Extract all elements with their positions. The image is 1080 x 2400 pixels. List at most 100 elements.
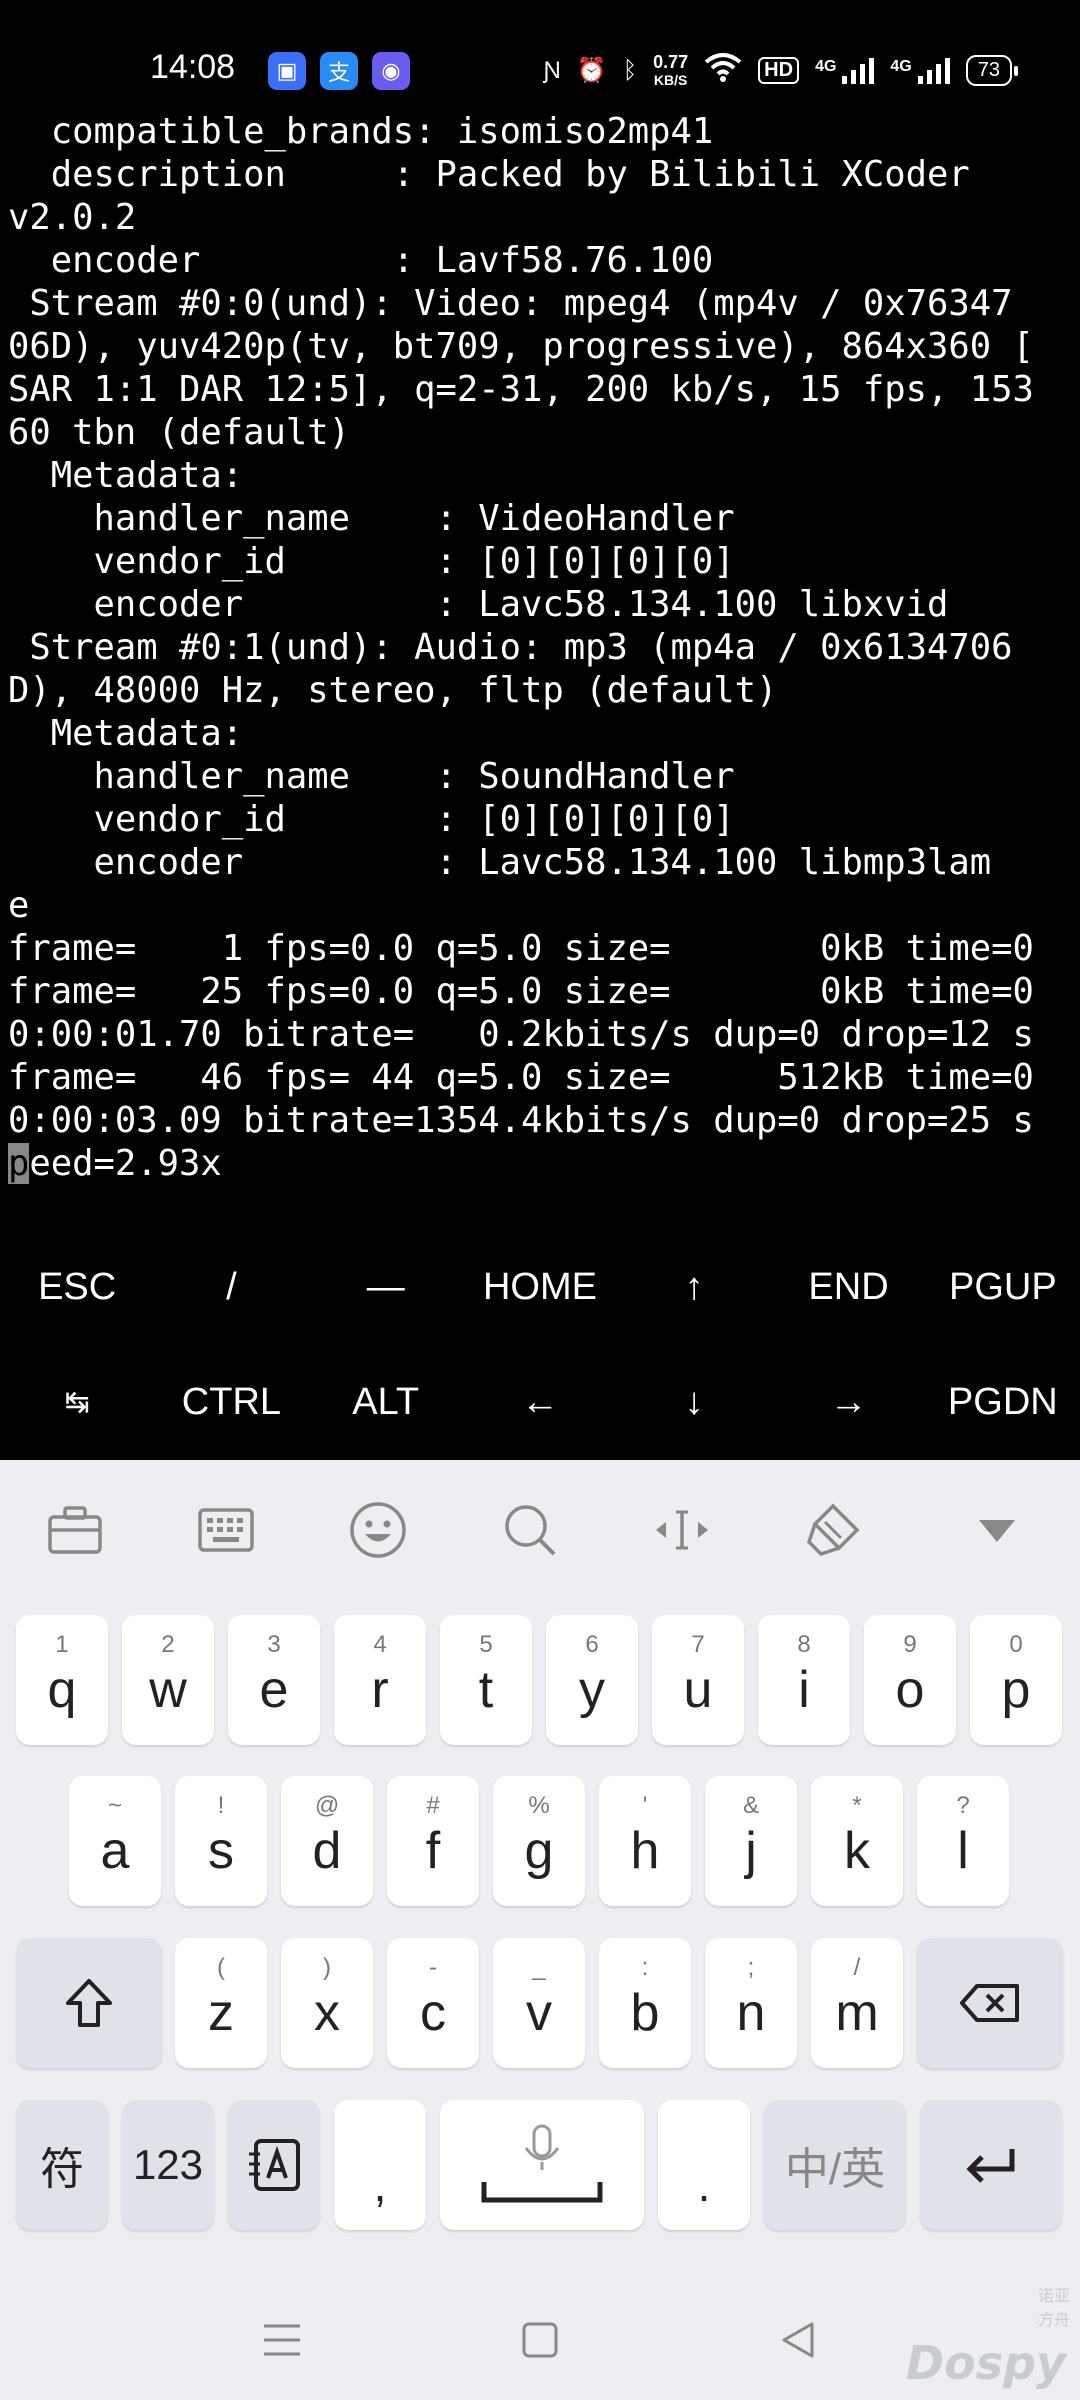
key-alt-label: / bbox=[853, 1954, 861, 1981]
key-alt-label: 2 bbox=[161, 1631, 175, 1658]
signal-sim1-label: 4G bbox=[815, 57, 837, 75]
key-z[interactable]: (z bbox=[175, 1938, 267, 2068]
key-alt-label: 0 bbox=[1009, 1631, 1023, 1658]
menu-icon[interactable] bbox=[252, 2310, 312, 2370]
terminal-output[interactable]: compatible_brands: isomiso2mp41 descript… bbox=[0, 110, 1080, 1210]
key-k[interactable]: * k bbox=[811, 1776, 903, 1906]
shift-key[interactable] bbox=[16, 1938, 162, 2068]
search-icon[interactable] bbox=[500, 1500, 560, 1560]
end-key[interactable]: END bbox=[771, 1266, 925, 1309]
clipboard-icon[interactable] bbox=[45, 1500, 105, 1560]
esc-key[interactable]: ESC bbox=[0, 1266, 154, 1309]
key-alt-label: _ bbox=[532, 1954, 546, 1981]
tab-key[interactable]: ↹ bbox=[0, 1385, 154, 1420]
terminal-line: frame= 46 fps= 44 q=5.0 size= 512kB time… bbox=[8, 1057, 1034, 1098]
key-q[interactable]: 1q bbox=[16, 1615, 108, 1745]
enter-icon bbox=[966, 2149, 1015, 2183]
key-alt-label: ; bbox=[747, 1954, 755, 1981]
dash-key[interactable]: — bbox=[309, 1266, 463, 1309]
slash-key[interactable]: / bbox=[154, 1266, 308, 1309]
key-alt-label: 1 bbox=[55, 1631, 69, 1658]
alt-key[interactable]: ALT bbox=[309, 1381, 463, 1424]
key-label: d bbox=[312, 1822, 342, 1880]
period-key[interactable]: . bbox=[658, 2100, 750, 2230]
key-label: t bbox=[478, 1661, 494, 1719]
text-edit-key[interactable] bbox=[228, 2100, 320, 2230]
space-key[interactable] bbox=[440, 2100, 644, 2230]
key-label: f bbox=[425, 1822, 441, 1880]
key-alt-label: - bbox=[429, 1954, 437, 1981]
language-switch-key[interactable]: 中/英 bbox=[764, 2100, 906, 2230]
key-n[interactable]: ; n bbox=[705, 1938, 797, 2068]
key-p[interactable]: 0p bbox=[970, 1615, 1062, 1745]
key-label: r bbox=[371, 1661, 389, 1719]
key-label: 符 bbox=[40, 2145, 84, 2194]
right-arrow-key[interactable]: → bbox=[771, 1381, 925, 1424]
status-right: Ɲ ⏰ ᛒ 0.77 KB/S HD 4G 4G 73 bbox=[543, 52, 1019, 89]
key-f[interactable]: # f bbox=[387, 1776, 479, 1906]
key-alt-label: 9 bbox=[903, 1631, 917, 1658]
terminal-line: vendor_id : [0][0][0][0] bbox=[8, 799, 735, 840]
key-g[interactable]: % g bbox=[493, 1776, 585, 1906]
cursor-move-icon[interactable] bbox=[652, 1500, 712, 1560]
key-label: p bbox=[1001, 1661, 1031, 1719]
key-alt-label: % bbox=[528, 1792, 550, 1819]
key-alt-label: 8 bbox=[797, 1631, 811, 1658]
key-d[interactable]: @ d bbox=[281, 1776, 373, 1906]
key-alt-label: ) bbox=[323, 1954, 331, 1981]
backspace-key[interactable] bbox=[917, 1938, 1063, 2068]
key-b[interactable]: :b bbox=[599, 1938, 691, 2068]
battery-icon: 73 bbox=[965, 55, 1019, 86]
emoji-icon[interactable] bbox=[348, 1500, 408, 1560]
key-alt-label: 6 bbox=[585, 1631, 599, 1658]
key-s[interactable]: ! s bbox=[175, 1776, 267, 1906]
terminal-line: 0:00:03.09 bitrate=1354.4kbits/s dup=0 d… bbox=[8, 1100, 1034, 1141]
key-j[interactable]: & j bbox=[705, 1776, 797, 1906]
collapse-keyboard-icon[interactable] bbox=[967, 1500, 1027, 1560]
terminal-extra-keys: ESC / — HOME ↑ END PGUP ↹ CTRL ALT ← ↓ →… bbox=[0, 1230, 1080, 1460]
back-icon[interactable] bbox=[768, 2310, 828, 2370]
key-alt-label: ~ bbox=[107, 1792, 122, 1819]
home-icon[interactable] bbox=[510, 2310, 570, 2370]
key-m[interactable]: / m bbox=[811, 1938, 903, 2068]
home-key[interactable]: HOME bbox=[463, 1266, 617, 1309]
key-t[interactable]: 5t bbox=[440, 1615, 532, 1745]
key-a[interactable]: ~ a bbox=[69, 1776, 161, 1906]
pgup-key[interactable]: PGUP bbox=[926, 1266, 1080, 1309]
key-v[interactable]: _ v bbox=[493, 1938, 585, 2068]
key-alt-label: @ bbox=[314, 1792, 340, 1819]
left-arrow-key[interactable]: ← bbox=[463, 1381, 617, 1424]
key-label: u bbox=[683, 1661, 713, 1719]
key-u[interactable]: 7u bbox=[652, 1615, 744, 1745]
key-alt-label: 7 bbox=[691, 1631, 705, 1658]
ctrl-key[interactable]: CTRL bbox=[154, 1381, 308, 1424]
key-c[interactable]: -c bbox=[387, 1938, 479, 2068]
key-x[interactable]: ) x bbox=[281, 1938, 373, 2068]
terminal-line: D), 48000 Hz, stereo, fltp (default) bbox=[8, 670, 778, 711]
keyboard-layout-icon[interactable] bbox=[196, 1500, 256, 1560]
key-label: . bbox=[697, 2159, 711, 2211]
down-arrow-key[interactable]: ↓ bbox=[617, 1381, 771, 1424]
signal-sim2-label: 4G bbox=[890, 57, 912, 75]
key-l[interactable]: ? l bbox=[917, 1776, 1009, 1906]
key-y[interactable]: 6y bbox=[546, 1615, 638, 1745]
terminal-line: encoder : Lavf58.76.100 bbox=[8, 240, 714, 281]
up-arrow-key[interactable]: ↑ bbox=[617, 1266, 771, 1309]
symbols-key[interactable]: 符 bbox=[16, 2100, 108, 2230]
key-h[interactable]: ' h bbox=[599, 1776, 691, 1906]
key-label: s bbox=[208, 1822, 234, 1880]
key-r[interactable]: 4r bbox=[334, 1615, 426, 1745]
comma-key[interactable]: , bbox=[334, 2100, 426, 2230]
skin-brush-icon[interactable] bbox=[803, 1500, 863, 1560]
key-w[interactable]: 2w bbox=[122, 1615, 214, 1745]
enter-key[interactable] bbox=[920, 2100, 1062, 2230]
key-i[interactable]: 8i bbox=[758, 1615, 850, 1745]
hd-voice-icon: HD bbox=[758, 57, 800, 84]
key-alt-label: ( bbox=[217, 1954, 225, 1981]
terminal-line: SAR 1:1 DAR 12:5], q=2-31, 200 kb/s, 15 … bbox=[8, 369, 1034, 410]
key-e[interactable]: 3e bbox=[228, 1615, 320, 1745]
key-o[interactable]: 9o bbox=[864, 1615, 956, 1745]
pgdn-key[interactable]: PGDN bbox=[926, 1381, 1080, 1424]
watermark-subtext: 诺亚方舟 bbox=[1038, 2286, 1071, 2329]
numbers-key[interactable]: 123 bbox=[122, 2100, 214, 2230]
